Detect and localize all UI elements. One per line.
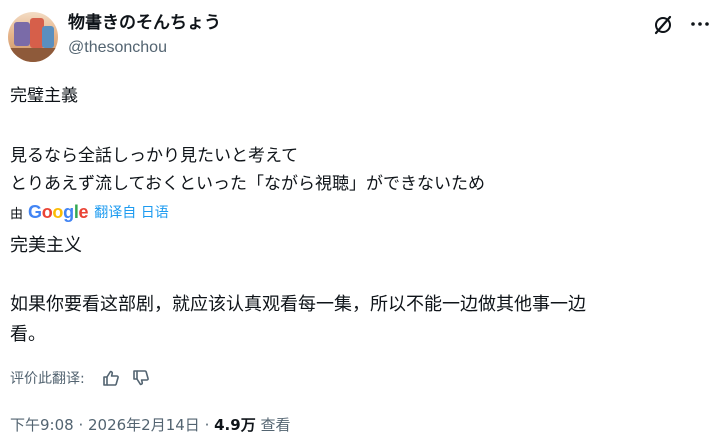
rate-translation: 评价此翻译: xyxy=(10,367,159,389)
author-display-name[interactable]: 物書きのそんちょう xyxy=(68,12,221,34)
avatar[interactable] xyxy=(8,12,58,62)
google-logo: Google xyxy=(28,201,89,222)
views-count: 4.9万 xyxy=(214,416,256,434)
original-text-line: 見るなら全話しっかり見たいと考えて xyxy=(10,146,299,166)
by-label: 由 xyxy=(10,206,24,222)
translated-from-link[interactable]: 翻译自 日语 xyxy=(94,202,168,222)
original-text-line: 完璧主義 xyxy=(10,86,78,106)
thumbs-up-icon[interactable] xyxy=(99,367,123,389)
post-detail: 物書きのそんちょう @thesonchou 完璧主義 見るなら全話しっかり見たい… xyxy=(0,0,720,445)
original-text-line: とりあえず流しておくといった「ながら視聴」ができないため xyxy=(10,174,485,194)
translated-text-line: 看。 xyxy=(10,324,46,345)
author-handle[interactable]: @thesonchou xyxy=(68,37,167,59)
more-icon[interactable] xyxy=(688,12,712,36)
translation-attribution: 由 Google 翻译自 日语 xyxy=(10,201,169,223)
post-meta: 下午9:08 · 2026年2月14日 · 4.9万 查看 xyxy=(10,416,291,434)
thumbs-down-icon[interactable] xyxy=(129,367,153,389)
views-label: 查看 xyxy=(255,416,291,434)
post-time[interactable]: 下午9:08 xyxy=(10,416,74,434)
translated-text-line: 完美主义 xyxy=(10,235,82,256)
post-date[interactable]: 2026年2月14日 xyxy=(88,416,200,434)
grok-icon[interactable] xyxy=(652,14,674,36)
rate-translation-label: 评价此翻译: xyxy=(10,371,85,387)
translated-text-line: 如果你要看这部剧，就应该认真观看每一集，所以不能一边做其他事一边 xyxy=(10,294,586,315)
